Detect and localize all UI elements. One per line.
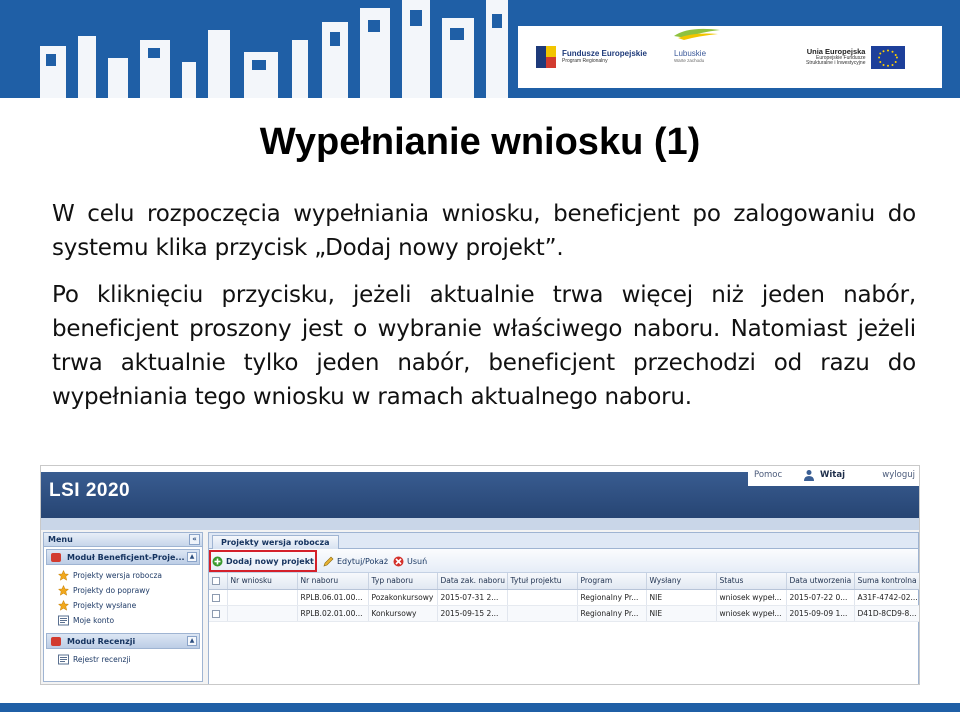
app-logo: LSI 2020 [49, 480, 131, 501]
module-icon [51, 637, 61, 646]
menu-panel: Menu « Moduł Beneficjent-Proje... ▲ Proj… [43, 532, 203, 682]
module-recenzji-header[interactable]: Moduł Recenzji ▲ [46, 633, 200, 649]
checkbox[interactable] [212, 577, 220, 586]
table-cell: NIE [646, 589, 717, 606]
slide-title: Wypełnianie wniosku (1) [259, 121, 701, 163]
column-header[interactable]: Status [716, 573, 787, 590]
table-cell: Pozakonkursowy [368, 589, 438, 606]
region-logo: Lubuskie Warte zachodu [674, 26, 720, 88]
region-logo-icon [674, 28, 720, 40]
table-cell: A31F-4742-02... [854, 589, 919, 606]
column-header[interactable]: Data utworzenia [786, 573, 855, 590]
slide-paragraph-1: W celu rozpoczęcia wypełniania wniosku, … [52, 201, 916, 261]
funds-name: Fundusze Europejskie [562, 48, 647, 58]
table-row[interactable]: RPLB.02.01.00... Konkursowy 2015-09-15 2… [209, 605, 919, 622]
table-cell: 2015-09-09 1... [786, 605, 855, 622]
add-project-button[interactable]: Dodaj nowy projekt [212, 554, 314, 568]
logout-link[interactable]: wyloguj [882, 470, 915, 480]
eu-flag-icon [871, 45, 906, 69]
welcome-label: Witaj [820, 470, 846, 480]
row-checkbox[interactable] [212, 609, 220, 618]
column-header[interactable]: Typ naboru [368, 573, 438, 590]
menu-item-rejestr-recenzji[interactable]: Rejestr recenzji [58, 652, 202, 667]
module-beneficjent-list: Projekty wersja robocza Projekty do popr… [44, 565, 202, 631]
funds-logo: Fundusze Europejskie Program Regionalny [536, 26, 647, 88]
menu-item-projekty-do-poprawy[interactable]: Projekty do poprawy [58, 583, 202, 598]
module-recenzji-list: Rejestr recenzji [44, 649, 202, 670]
eu-sub2: Strukturalne i Inwestycyjne [806, 59, 866, 66]
toolbar: Dodaj nowy projekt Edytuj/Pokaż Usuń [209, 549, 918, 573]
plus-circle-icon [212, 556, 223, 566]
star-icon [58, 585, 69, 596]
list-icon [58, 615, 69, 626]
user-icon [804, 470, 814, 481]
menu-item-projekty-wersja-robocza[interactable]: Projekty wersja robocza [58, 568, 202, 583]
table-cell: NIE [646, 605, 717, 622]
help-link[interactable]: Pomoc [754, 470, 782, 480]
region-sub: Warte zachodu [674, 57, 705, 63]
module-beneficjent-header[interactable]: Moduł Beneficjent-Proje... ▲ [46, 549, 200, 565]
projects-table: Nr wniosku Nr naboru Typ naboru Data zak… [209, 573, 919, 622]
slide-paragraph-2: Po kliknięciu przycisku, jeżeli aktualni… [52, 282, 916, 410]
select-all-checkbox-cell[interactable] [209, 573, 228, 590]
table-cell: 2015-07-22 0... [786, 589, 855, 606]
menu-header: Menu « [44, 533, 202, 547]
module-beneficjent-title: Moduł Beneficjent-Proje... [67, 553, 185, 562]
funds-logo-icon [536, 46, 556, 68]
table-cell: Regionalny Pr... [577, 589, 647, 606]
table-cell: RPLB.06.01.00... [297, 589, 369, 606]
star-icon [58, 570, 69, 581]
row-checkbox[interactable] [212, 593, 220, 602]
column-header[interactable]: Suma kontrolna [854, 573, 919, 590]
app-header-band [41, 518, 919, 530]
list-icon [58, 654, 69, 665]
header-banner: Fundusze Europejskie Program Regionalny … [0, 0, 960, 98]
pencil-icon [323, 556, 334, 566]
menu-collapse-button[interactable]: « [189, 534, 200, 545]
column-header[interactable]: Tytuł projektu [507, 573, 578, 590]
table-cell: Konkursowy [368, 605, 438, 622]
table-header-row: Nr wniosku Nr naboru Typ naboru Data zak… [209, 573, 919, 590]
table-cell: wniosek wypeł... [716, 589, 787, 606]
column-header[interactable]: Wysłany [646, 573, 717, 590]
edit-show-button[interactable]: Edytuj/Pokaż [323, 554, 388, 568]
column-header[interactable]: Nr naboru [297, 573, 369, 590]
eu-logo: Unia Europejska Europejskie Fundusze Str… [806, 26, 906, 88]
lsi-app-window: Pomoc Witaj wyloguj LSI 2020 Menu « Modu… [40, 465, 920, 685]
table-cell [507, 605, 578, 622]
tab-projekty-wersja-robocza[interactable]: Projekty wersja robocza [212, 535, 339, 549]
footer-bar [0, 703, 960, 712]
table-cell: D41D-8CD9-8... [854, 605, 919, 622]
table-cell [227, 605, 298, 622]
column-header[interactable]: Data zak. naboru [437, 573, 508, 590]
table-row[interactable]: RPLB.06.01.00... Pozakonkursowy 2015-07-… [209, 589, 919, 606]
menu-item-moje-konto[interactable]: Moje konto [58, 613, 202, 628]
logo-strip: Fundusze Europejskie Program Regionalny … [518, 26, 942, 88]
table-cell [507, 589, 578, 606]
menu-item-projekty-wyslane[interactable]: Projekty wysłane [58, 598, 202, 613]
delete-icon [393, 556, 404, 566]
funds-sub: Program Regionalny [562, 58, 608, 65]
menu-title: Menu [48, 535, 73, 544]
table-cell: RPLB.02.01.00... [297, 605, 369, 622]
module-icon [51, 553, 61, 562]
column-header[interactable]: Nr wniosku [227, 573, 298, 590]
chevron-up-icon[interactable]: ▲ [187, 636, 197, 646]
table-cell: 2015-07-31 2... [437, 589, 508, 606]
app-topbar: Pomoc Witaj wyloguj [748, 466, 919, 486]
main-panel: Projekty wersja robocza Dodaj nowy proje… [208, 532, 919, 684]
table-cell: wniosek wypeł... [716, 605, 787, 622]
module-recenzji-title: Moduł Recenzji [67, 637, 136, 646]
table-cell: 2015-09-15 2... [437, 605, 508, 622]
tab-strip: Projekty wersja robocza [209, 533, 918, 549]
table-cell: Regionalny Pr... [577, 605, 647, 622]
chevron-up-icon[interactable]: ▲ [187, 552, 197, 562]
table-cell [227, 589, 298, 606]
star-icon [58, 600, 69, 611]
column-header[interactable]: Program [577, 573, 647, 590]
delete-button[interactable]: Usuń [393, 554, 427, 568]
